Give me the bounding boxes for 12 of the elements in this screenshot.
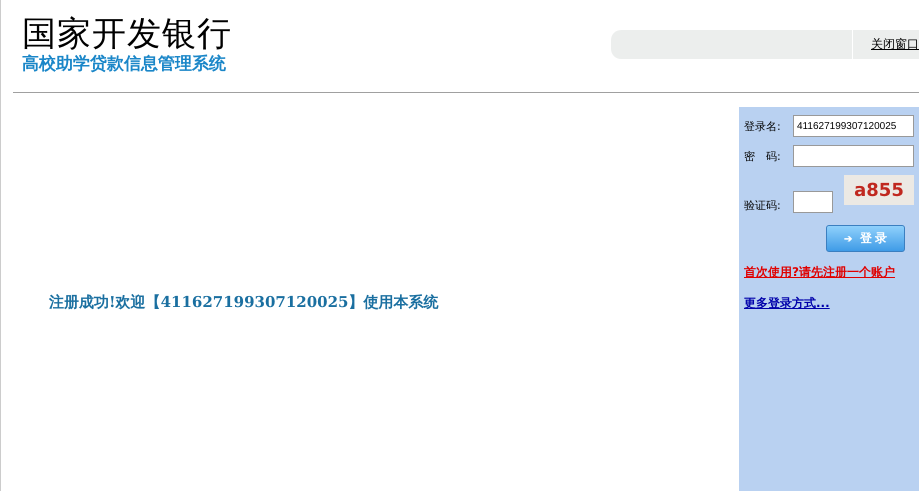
more-login-link[interactable]: 更多登录方式... [744, 295, 830, 312]
password-field[interactable] [793, 145, 914, 167]
captcha-label: 验证码: [744, 198, 782, 213]
username-label: 登录名: [744, 118, 782, 134]
bank-title: 国家开发银行 [22, 14, 232, 54]
password-label: 密 码: [744, 148, 782, 164]
welcome-message: 注册成功!欢迎【411627199307120025】使用本系统 [49, 292, 438, 312]
system-subtitle: 高校助学贷款信息管理系统 [22, 54, 227, 74]
captcha-field[interactable] [793, 191, 833, 213]
captcha-image[interactable]: a855 [844, 175, 914, 205]
close-window-link[interactable]: 关闭窗口 [852, 30, 919, 59]
username-field[interactable]: 411627199307120025 [793, 115, 914, 137]
